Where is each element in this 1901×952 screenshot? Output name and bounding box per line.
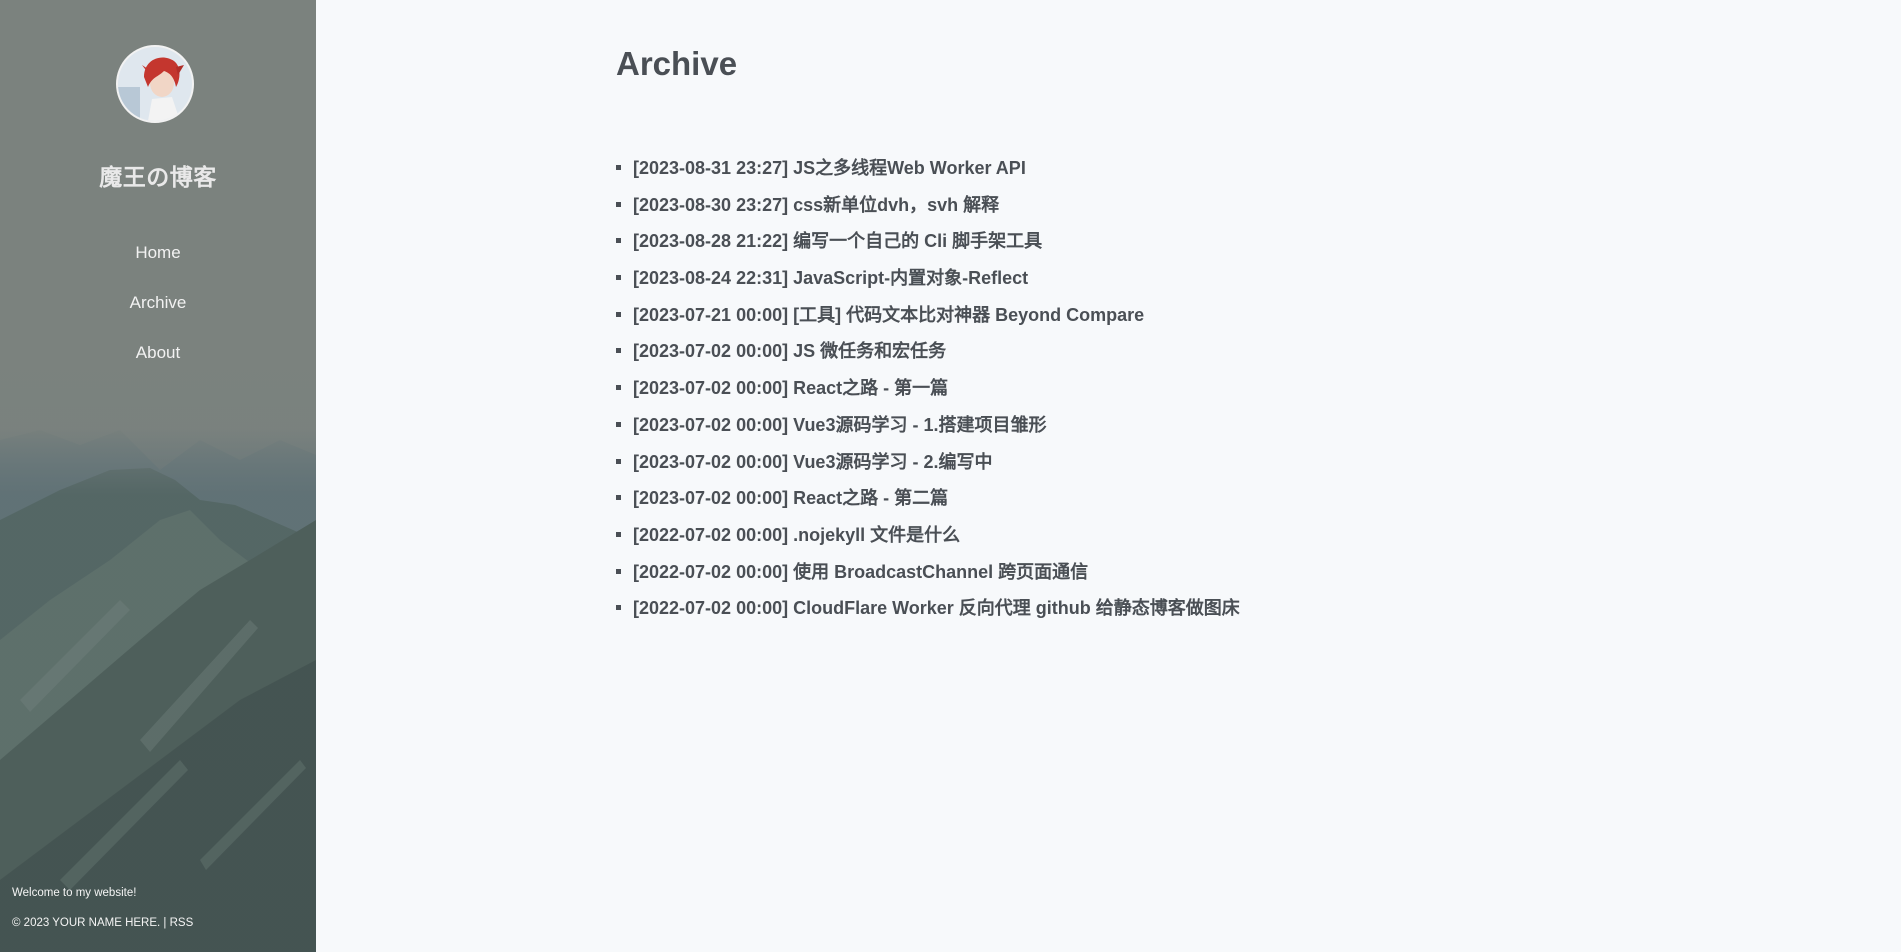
main-content: Archive [2023-08-31 23:27] JS之多线程Web Wor… <box>616 36 1616 633</box>
bullet-icon <box>616 275 621 281</box>
list-item: [2023-08-30 23:27] css新单位dvh，svh 解释 <box>616 193 1616 230</box>
list-item: [2023-07-02 00:00] JS 微任务和宏任务 <box>616 339 1616 376</box>
post-link[interactable]: [2022-07-02 00:00] .nojekyll 文件是什么 <box>633 525 960 545</box>
avatar-image <box>118 47 192 121</box>
welcome-text: Welcome to my website! <box>12 887 137 899</box>
bullet-icon <box>616 201 621 207</box>
bullet-icon <box>616 238 621 244</box>
post-link[interactable]: [2023-08-31 23:27] JS之多线程Web Worker API <box>633 158 1026 178</box>
post-link[interactable]: [2023-07-02 00:00] React之路 - 第二篇 <box>633 488 948 508</box>
post-link[interactable]: [2023-07-02 00:00] Vue3源码学习 - 1.搭建项目雏形 <box>633 415 1046 435</box>
list-item: [2023-07-02 00:00] React之路 - 第一篇 <box>616 376 1616 413</box>
list-item: [2023-07-02 00:00] React之路 - 第二篇 <box>616 486 1616 523</box>
sidebar: 魔王の博客 Home Archive About Welcome to my w… <box>0 0 316 952</box>
list-item: [2023-07-02 00:00] Vue3源码学习 - 1.搭建项目雏形 <box>616 413 1616 450</box>
post-link[interactable]: [2023-07-02 00:00] React之路 - 第一篇 <box>633 378 948 398</box>
post-link[interactable]: [2023-07-02 00:00] Vue3源码学习 - 2.编写中 <box>633 452 992 472</box>
copyright-line: © 2023 YOUR NAME HERE. | RSS <box>12 908 193 938</box>
post-link[interactable]: [2023-07-02 00:00] JS 微任务和宏任务 <box>633 341 946 361</box>
nav-link-archive[interactable]: Archive <box>0 290 316 340</box>
avatar[interactable] <box>116 45 194 123</box>
nav-link-home[interactable]: Home <box>0 240 316 290</box>
list-item: [2023-07-02 00:00] Vue3源码学习 - 2.编写中 <box>616 450 1616 487</box>
post-link[interactable]: [2023-08-24 22:31] JavaScript-内置对象-Refle… <box>633 268 1028 288</box>
bullet-icon <box>616 385 621 391</box>
bullet-icon <box>616 531 621 537</box>
archive-list: [2023-08-31 23:27] JS之多线程Web Worker API … <box>616 156 1616 633</box>
post-link[interactable]: [2022-07-02 00:00] 使用 BroadcastChannel 跨… <box>633 562 1088 582</box>
nav-link-about[interactable]: About <box>0 340 316 390</box>
bullet-icon <box>616 605 621 611</box>
sidebar-footer: Welcome to my website! © 2023 YOUR NAME … <box>12 878 193 938</box>
list-item: [2023-08-24 22:31] JavaScript-内置对象-Refle… <box>616 266 1616 303</box>
bullet-icon <box>616 311 621 317</box>
bullet-icon <box>616 568 621 574</box>
sidebar-nav: Home Archive About <box>0 240 316 390</box>
post-link[interactable]: [2023-08-30 23:27] css新单位dvh，svh 解释 <box>633 195 999 215</box>
mountain-background-image <box>0 0 316 952</box>
post-link[interactable]: [2022-07-02 00:00] CloudFlare Worker 反向代… <box>633 598 1240 618</box>
list-item: [2022-07-02 00:00] .nojekyll 文件是什么 <box>616 523 1616 560</box>
post-link[interactable]: [2023-08-28 21:22] 编写一个自己的 Cli 脚手架工具 <box>633 231 1042 251</box>
site-title[interactable]: 魔王の博客 <box>0 158 316 192</box>
rss-link[interactable]: RSS <box>170 917 194 929</box>
list-item: [2023-08-28 21:22] 编写一个自己的 Cli 脚手架工具 <box>616 229 1616 266</box>
bullet-icon <box>616 421 621 427</box>
list-item: [2023-08-31 23:27] JS之多线程Web Worker API <box>616 156 1616 193</box>
bullet-icon <box>616 458 621 464</box>
copyright-text: © 2023 YOUR NAME HERE. | <box>12 917 170 929</box>
page-title: Archive <box>616 45 738 82</box>
bullet-icon <box>616 348 621 354</box>
bullet-icon <box>616 495 621 501</box>
nav-item-about: About <box>0 340 316 390</box>
list-item: [2022-07-02 00:00] 使用 BroadcastChannel 跨… <box>616 560 1616 597</box>
list-item: [2022-07-02 00:00] CloudFlare Worker 反向代… <box>616 596 1616 633</box>
nav-item-archive: Archive <box>0 290 316 340</box>
bullet-icon <box>616 165 621 170</box>
nav-item-home: Home <box>0 240 316 290</box>
post-link[interactable]: [2023-07-21 00:00] [工具] 代码文本比对神器 Beyond … <box>633 305 1144 325</box>
list-item: [2023-07-21 00:00] [工具] 代码文本比对神器 Beyond … <box>616 303 1616 340</box>
